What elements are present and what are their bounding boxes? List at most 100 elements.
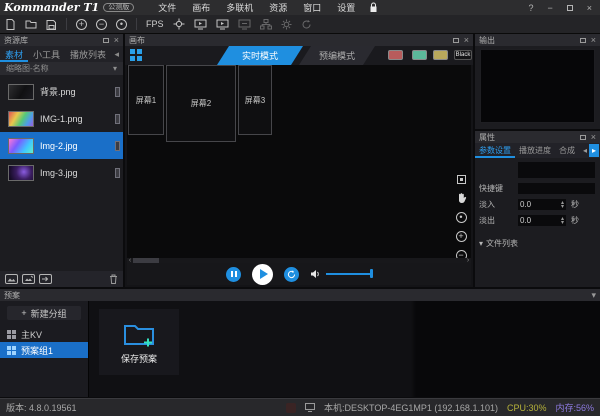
- open-project-icon[interactable]: [25, 19, 37, 29]
- fps-toggle[interactable]: FPS: [146, 19, 164, 29]
- pause-button[interactable]: [226, 267, 241, 282]
- tab-scroll-left-icon[interactable]: ◂: [583, 146, 587, 155]
- zoom-reset-icon[interactable]: •: [456, 212, 467, 223]
- material-name-row: [475, 158, 600, 179]
- new-group-button[interactable]: + 新建分组: [7, 306, 81, 320]
- item-badge[interactable]: [115, 87, 120, 97]
- close-panel-icon[interactable]: ×: [114, 36, 119, 45]
- item-badge[interactable]: [115, 141, 120, 151]
- close-panel-icon[interactable]: ×: [591, 133, 596, 142]
- canvas-viewport[interactable]: 屏幕1 屏幕2 屏幕3 • + −: [127, 65, 471, 258]
- menu-settings[interactable]: 设置: [337, 1, 355, 14]
- test-red-button[interactable]: [388, 50, 403, 60]
- spin-down-icon[interactable]: ▾: [561, 205, 564, 209]
- list-item-selected[interactable]: Img-2.jpg: [0, 132, 123, 159]
- float-panel-icon[interactable]: [103, 38, 109, 43]
- volume-slider[interactable]: [326, 273, 372, 275]
- tab-widgets[interactable]: 小工具: [28, 46, 65, 62]
- add-media-icon[interactable]: [5, 274, 18, 284]
- status-logo-icon: [286, 403, 296, 413]
- float-panel-icon[interactable]: [453, 38, 459, 43]
- add-media-group-icon[interactable]: [22, 274, 35, 284]
- file-list-section[interactable]: ▾ 文件列表: [475, 235, 600, 249]
- zoom-out-icon[interactable]: −: [96, 19, 107, 30]
- item-badge[interactable]: [115, 114, 120, 124]
- material-name-field[interactable]: [517, 161, 596, 179]
- item-badge[interactable]: [115, 168, 120, 178]
- float-panel-icon[interactable]: [580, 38, 586, 43]
- shortcut-label: 快捷键: [479, 183, 513, 194]
- new-project-icon[interactable]: [5, 18, 16, 30]
- replay-button[interactable]: [284, 267, 299, 282]
- close-icon[interactable]: ×: [587, 3, 592, 13]
- plan-title: 预案: [4, 290, 20, 301]
- menu-file[interactable]: 文件: [158, 1, 176, 14]
- output-screen-icon[interactable]: [194, 19, 207, 30]
- screen-3[interactable]: 屏幕3: [238, 65, 272, 135]
- menu-canvas[interactable]: 画布: [192, 1, 210, 14]
- test-yellow-button[interactable]: [433, 50, 448, 60]
- play-button[interactable]: [252, 264, 273, 285]
- zoom-reset-icon[interactable]: •: [116, 19, 127, 30]
- list-item[interactable]: IMG-1.png: [0, 105, 123, 132]
- fit-view-icon[interactable]: [457, 175, 466, 184]
- menu-window[interactable]: 窗口: [303, 1, 321, 14]
- float-panel-icon[interactable]: [580, 135, 586, 140]
- list-item[interactable]: 背景.png: [0, 78, 123, 105]
- pan-hand-icon[interactable]: [456, 192, 467, 204]
- fade-in-stepper[interactable]: 0.0 ▴ ▾: [517, 198, 567, 211]
- lock-icon[interactable]: [369, 2, 378, 13]
- shortcut-input[interactable]: [517, 182, 596, 195]
- calibrate-icon[interactable]: [173, 18, 185, 30]
- collapse-tabs-icon[interactable]: ◂: [114, 46, 123, 62]
- tab-scroll-right-icon[interactable]: ▸: [589, 144, 599, 157]
- fade-out-stepper[interactable]: 0.0 ▴ ▾: [517, 214, 567, 227]
- black-screen-button[interactable]: Black: [454, 50, 472, 60]
- sort-icon[interactable]: ▾: [113, 64, 117, 73]
- menu-bar: 文件 画布 多联机 资源 窗口 设置: [158, 1, 355, 14]
- collapse-panel-icon[interactable]: ▾: [591, 291, 596, 300]
- save-plan-tile[interactable]: 保存预案: [99, 309, 179, 375]
- zoom-in-icon[interactable]: +: [456, 231, 467, 242]
- list-item[interactable]: Img-3.jpg: [0, 159, 123, 186]
- properties-title: 属性: [479, 132, 495, 143]
- tab-material[interactable]: 素材: [0, 46, 28, 62]
- help-icon[interactable]: ?: [528, 3, 533, 13]
- tab-composite[interactable]: 合成: [555, 143, 579, 158]
- tab-preedit-mode[interactable]: 预编模式: [299, 46, 375, 65]
- column-header-label: 缩略图-名称: [6, 63, 49, 74]
- zoom-out-icon[interactable]: −: [456, 250, 467, 258]
- main-toolbar: + − • FPS: [0, 15, 600, 34]
- screen-2[interactable]: 屏幕2: [166, 65, 236, 142]
- status-bar: 版本: 4.8.0.19561 本机:DESKTOP-4EG1MP1 (192.…: [0, 398, 600, 416]
- close-panel-icon[interactable]: ×: [464, 36, 469, 45]
- canvas-tools-strip: • + −: [454, 175, 468, 258]
- menu-resource[interactable]: 资源: [269, 1, 287, 14]
- tab-live-mode[interactable]: 实时模式: [217, 46, 303, 65]
- layout-grid-icon[interactable]: [130, 49, 142, 61]
- library-column-header[interactable]: 缩略图-名称 ▾: [0, 62, 123, 75]
- import-media-icon[interactable]: [39, 274, 52, 284]
- close-panel-icon[interactable]: ×: [591, 36, 596, 45]
- volume-slider-handle[interactable]: [370, 269, 373, 278]
- tab-progress[interactable]: 播放进度: [515, 143, 555, 158]
- tab-parameters[interactable]: 参数设置: [475, 143, 515, 158]
- plan-group-item-selected[interactable]: 预案组1: [0, 342, 88, 358]
- tab-playlist[interactable]: 播放列表: [65, 46, 111, 62]
- minimize-icon[interactable]: −: [547, 3, 552, 13]
- spin-down-icon[interactable]: ▾: [561, 221, 564, 225]
- menu-multilink[interactable]: 多联机: [226, 1, 253, 14]
- delete-media-icon[interactable]: [109, 274, 118, 284]
- plan-group-item[interactable]: 主KV: [0, 326, 88, 342]
- screen-1[interactable]: 屏幕1: [128, 65, 164, 135]
- test-green-button[interactable]: [412, 50, 427, 60]
- library-tabs: 素材 小工具 播放列表 ◂: [0, 46, 123, 62]
- maximize-icon[interactable]: [567, 5, 573, 11]
- output-preview: [480, 49, 595, 123]
- output-panel-header: 输出 ×: [475, 34, 600, 46]
- save-project-icon[interactable]: [46, 19, 57, 30]
- speaker-icon[interactable]: [310, 269, 321, 279]
- canvas-title: 画布: [129, 35, 145, 46]
- zoom-in-icon[interactable]: +: [76, 19, 87, 30]
- preview-screen-icon[interactable]: [216, 19, 229, 30]
